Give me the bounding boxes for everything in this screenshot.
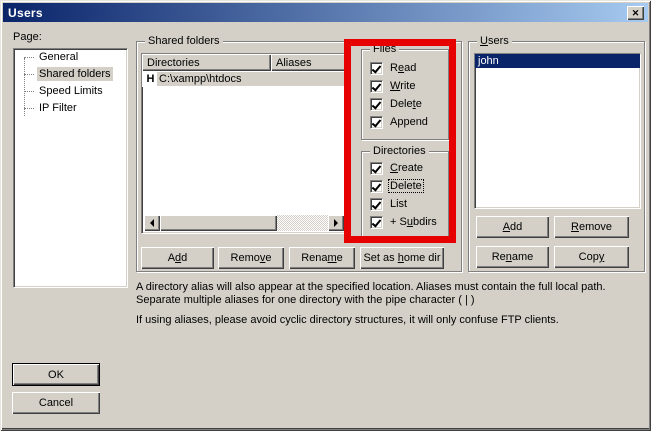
rename-user-button[interactable]: Rename <box>476 246 549 268</box>
add-folder-button[interactable]: Add <box>141 247 214 269</box>
checkbox-files-append[interactable]: Append <box>362 113 448 131</box>
scroll-left-button[interactable] <box>144 215 160 231</box>
scroll-right-button[interactable] <box>328 215 344 231</box>
alias-note: A directory alias will also appear at th… <box>136 281 641 307</box>
notes: A directory alias will also appear at th… <box>136 281 641 327</box>
left-arrow-icon <box>150 219 154 227</box>
shared-folders-group-label: Shared folders <box>145 35 223 48</box>
checkbox-dirs-create[interactable]: Create <box>362 159 448 177</box>
scrollbar-thumb[interactable] <box>160 215 277 231</box>
remove-user-button[interactable]: Remove <box>554 216 629 238</box>
users-dialog: Users ✕ Page: General Shared folders Spe… <box>0 0 651 431</box>
users-list: john <box>474 53 641 209</box>
checkbox-icon[interactable] <box>370 116 383 129</box>
tree-item-shared-folders[interactable]: Shared folders <box>14 66 127 83</box>
checkbox-dirs-delete[interactable]: Delete <box>362 177 448 195</box>
right-arrow-icon <box>334 219 338 227</box>
column-header-aliases[interactable]: Aliases <box>271 54 346 71</box>
horizontal-scrollbar[interactable] <box>144 215 344 231</box>
checkbox-icon[interactable] <box>370 98 383 111</box>
add-user-button[interactable]: Add <box>476 216 549 238</box>
ok-button[interactable]: OK <box>12 363 100 386</box>
checkbox-icon[interactable] <box>370 216 383 229</box>
cyclic-note: If using aliases, please avoid cyclic di… <box>136 314 641 327</box>
close-button[interactable]: ✕ <box>627 6 644 20</box>
tree-item-ip-filter[interactable]: IP Filter <box>14 100 127 117</box>
checkbox-icon[interactable] <box>370 62 383 75</box>
column-header-directories[interactable]: Directories <box>142 54 271 71</box>
user-list-item[interactable]: john <box>475 54 640 68</box>
directory-path: C:\xampp\htdocs <box>157 72 345 86</box>
checkbox-icon[interactable] <box>370 198 383 211</box>
scrollbar-track[interactable] <box>277 215 328 231</box>
directories-group-label: Directories <box>370 145 429 158</box>
checkbox-dirs-list[interactable]: List <box>362 195 448 213</box>
checkbox-files-write[interactable]: Write <box>362 77 448 95</box>
home-dir-marker: H <box>144 73 157 85</box>
files-group-label: Files <box>370 43 399 56</box>
rename-folder-button[interactable]: Rename <box>289 247 355 269</box>
titlebar: Users <box>3 3 648 22</box>
files-permissions-group: Files Read Write Delete Append <box>361 49 449 140</box>
checkbox-icon[interactable] <box>370 162 383 175</box>
shared-folders-group: Shared folders Directories Aliases H C:\… <box>136 41 462 272</box>
checkbox-dirs-subdirs[interactable]: + Subdirs <box>362 213 448 231</box>
users-group-label: Users <box>477 35 512 48</box>
tree-item-general[interactable]: General <box>14 49 127 66</box>
page-label: Page: <box>13 31 42 43</box>
checkbox-icon[interactable] <box>370 180 383 193</box>
copy-user-button[interactable]: Copy <box>554 246 629 268</box>
tree-item-speed-limits[interactable]: Speed Limits <box>14 83 127 100</box>
checkbox-files-delete[interactable]: Delete <box>362 95 448 113</box>
directories-permissions-group: Directories Create Delete List + Subdirs <box>361 151 449 240</box>
directory-row[interactable]: H C:\xampp\htdocs <box>142 71 346 87</box>
users-group: Users john Add Remove Rename Copy <box>468 41 645 272</box>
shared-folders-list: Directories Aliases H C:\xampp\htdocs <box>141 53 347 234</box>
checkbox-icon[interactable] <box>370 80 383 93</box>
list-header: Directories Aliases <box>142 54 346 71</box>
page-tree: General Shared folders Speed Limits IP F… <box>13 48 128 288</box>
checkbox-files-read[interactable]: Read <box>362 59 448 77</box>
close-icon: ✕ <box>632 9 640 18</box>
set-as-home-dir-button[interactable]: Set as home dir <box>360 247 444 269</box>
remove-folder-button[interactable]: Remove <box>218 247 284 269</box>
window-title: Users <box>3 6 43 20</box>
cancel-button[interactable]: Cancel <box>12 392 100 414</box>
